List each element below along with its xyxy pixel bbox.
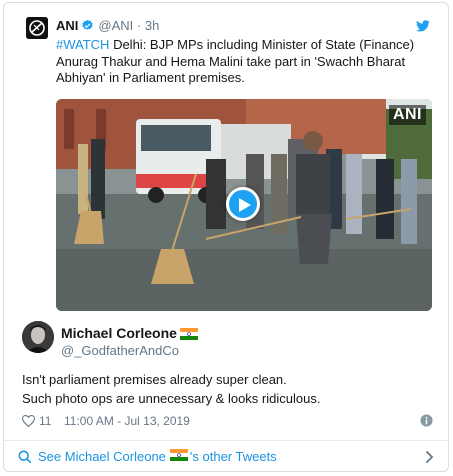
divider — [4, 440, 448, 441]
meta-separator: · — [136, 18, 142, 33]
tweet-text: Isn't parliament premises already super … — [22, 370, 432, 408]
play-icon — [239, 198, 251, 212]
quoted-handle[interactable]: @ANI — [98, 18, 133, 33]
search-icon — [18, 450, 32, 464]
timestamp[interactable]: 11:00 AM - Jul 13, 2019 — [64, 412, 190, 430]
ani-avatar[interactable] — [26, 17, 48, 39]
like-button[interactable]: 11 — [22, 412, 51, 430]
india-flag-icon — [179, 327, 198, 344]
tweet-text-line-1: Isn't parliament premises already super … — [22, 372, 287, 387]
author-handle[interactable]: @_GodfatherAndCo — [61, 343, 179, 359]
footer-link-prefix: See Michael Corleone — [38, 449, 166, 464]
quoted-tweet[interactable]: ANI @ANI · 3h #WATCH Delhi: BJP MPs inclu… — [26, 15, 436, 315]
quoted-tweet-body: Delhi: BJP MPs including Minister of Sta… — [56, 37, 415, 85]
chevron-right-icon[interactable] — [425, 450, 434, 470]
footer-link-suffix: 's other Tweets — [189, 449, 277, 464]
hashtag-link[interactable]: #WATCH — [56, 37, 109, 52]
tweet-text-line-2: Such photo ops are unnecessary & looks r… — [22, 391, 321, 406]
india-flag-icon — [169, 447, 188, 467]
avatar[interactable] — [22, 321, 54, 353]
like-count: 11 — [39, 414, 52, 428]
info-icon[interactable] — [420, 414, 433, 432]
tweet-actions: 11 11:00 AM - Jul 13, 2019 — [22, 412, 437, 430]
heart-icon — [22, 415, 35, 427]
see-other-tweets-link[interactable]: See Michael Corleone 's other Tweets — [18, 447, 438, 467]
author-name[interactable]: Michael Corleone — [61, 325, 177, 341]
quoted-tweet-text: #WATCH Delhi: BJP MPs including Minister… — [56, 37, 426, 87]
quoted-author-name[interactable]: ANI — [56, 18, 78, 33]
ani-watermark: ANI — [388, 105, 426, 125]
play-button[interactable] — [226, 187, 260, 221]
twitter-bird-icon[interactable] — [416, 19, 430, 37]
quoted-time[interactable]: 3h — [145, 18, 159, 33]
verified-badge-icon — [81, 19, 94, 36]
embedded-tweet-card: ANI @ANI · 3h #WATCH Delhi: BJP MPs inclu… — [3, 2, 449, 472]
video-thumbnail[interactable]: ANI — [56, 99, 432, 311]
